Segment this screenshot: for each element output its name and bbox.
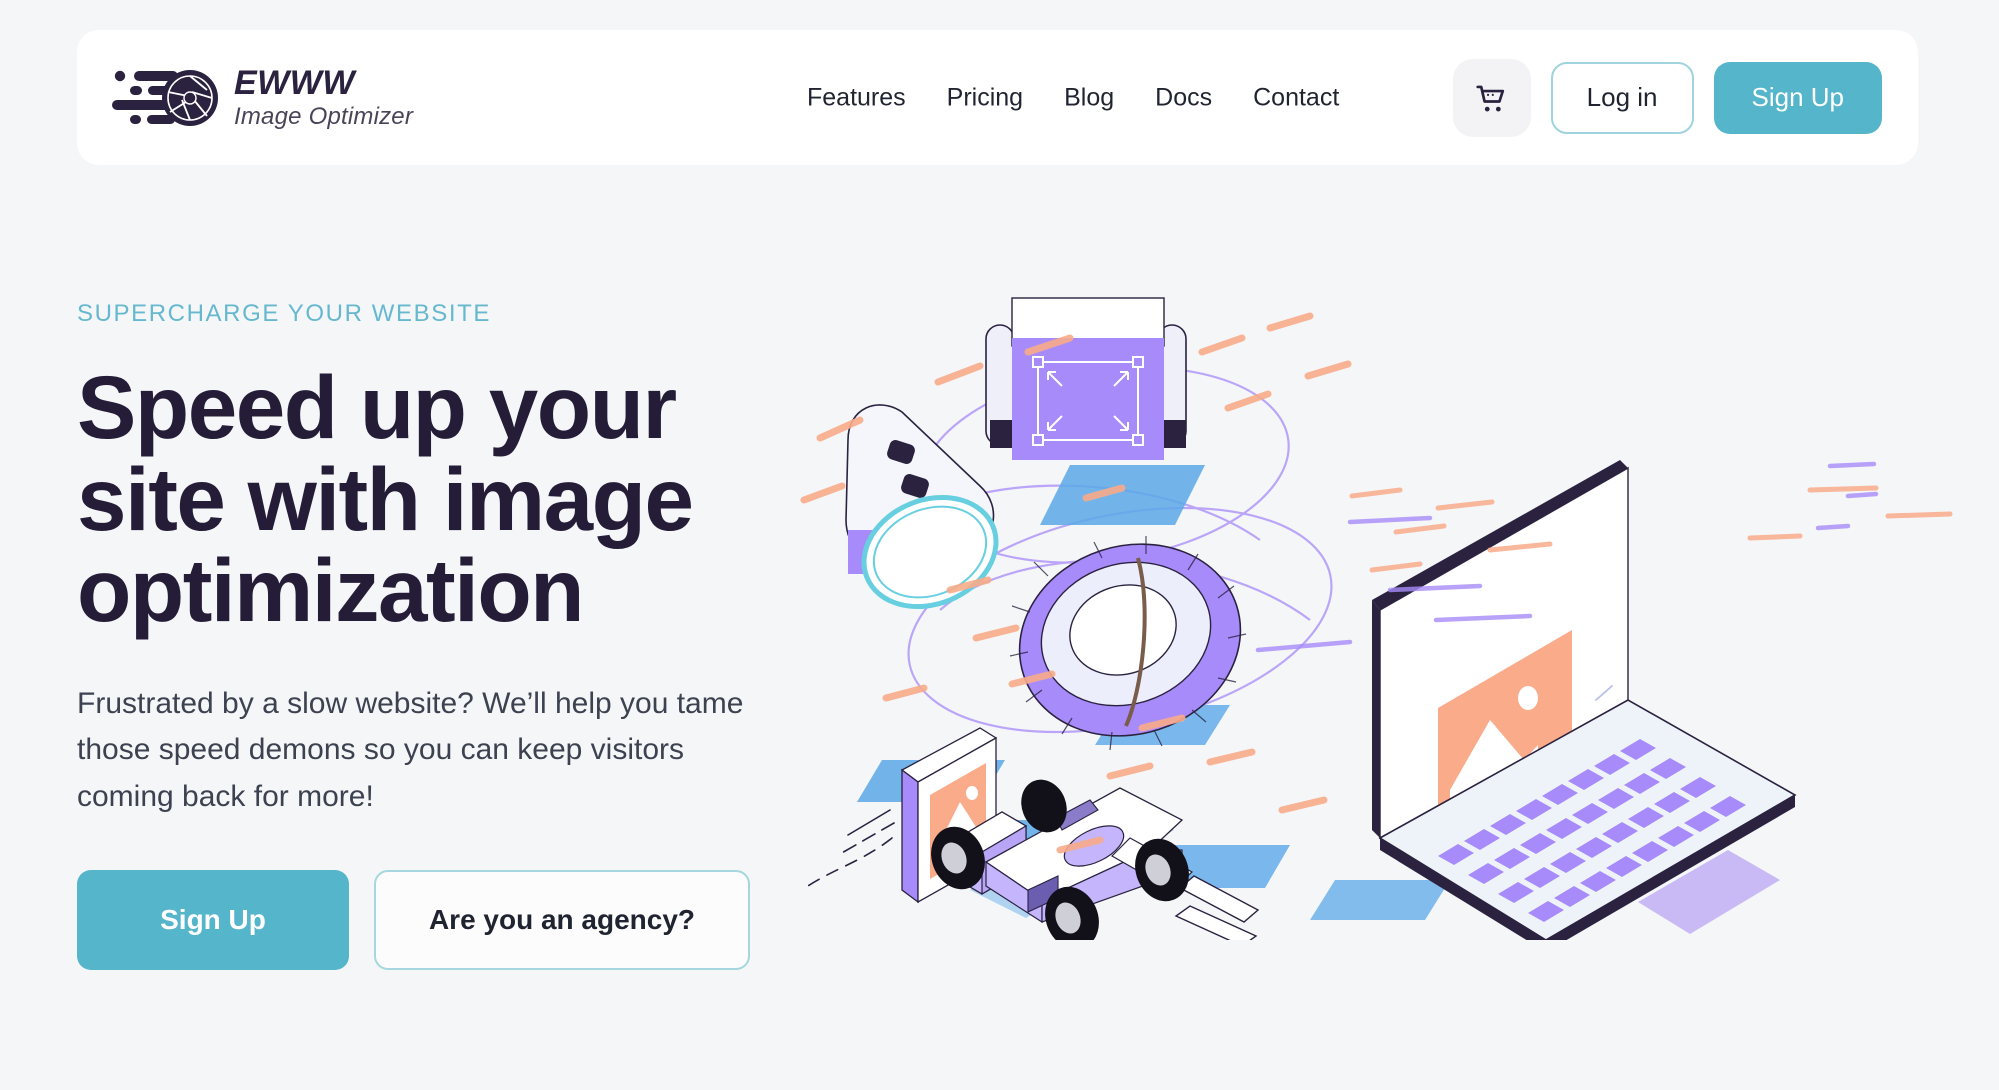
header-actions: Log in Sign Up [1452, 58, 1882, 137]
hero-title: Speed up your site with image optimizati… [77, 357, 694, 641]
hero-cta-group: Sign Up Are you an agency? [77, 870, 857, 971]
hero-content: SUPERCHARGE YOUR WEBSITE Speed up your s… [77, 300, 857, 971]
ewww-aperture-logo-icon [112, 69, 218, 126]
header-signup-button[interactable]: Sign Up [1713, 61, 1882, 134]
brand-logo[interactable]: EWWW Image Optimizer [112, 66, 413, 130]
hero-eyebrow: SUPERCHARGE YOUR WEBSITE [77, 300, 492, 327]
purple-roller-with-crop-icon [985, 297, 1187, 460]
brand-name: EWWW [234, 64, 355, 102]
brand-wordmark: EWWW Image Optimizer [234, 66, 413, 129]
nav-item-features[interactable]: Features [807, 83, 906, 112]
shopping-cart-icon [1476, 85, 1504, 111]
login-button[interactable]: Log in [1550, 61, 1694, 134]
page-root: EWWW Image Optimizer Features Pricing Bl… [0, 0, 1999, 1090]
hero-agency-button[interactable]: Are you an agency? [374, 870, 750, 971]
brand-tagline: Image Optimizer [234, 103, 414, 130]
nav-item-docs[interactable]: Docs [1155, 83, 1212, 112]
isometric-speed-illustration-svg [800, 297, 1953, 952]
primary-navigation: Features Pricing Blog Docs Contact [807, 83, 1339, 112]
hero-subtitle: Frustrated by a slow website? We’ll help… [77, 686, 744, 813]
hero-signup-button[interactable]: Sign Up [77, 870, 349, 971]
purple-tire-ring [1009, 536, 1247, 751]
motion-trail [801, 809, 895, 891]
cart-button[interactable] [1452, 58, 1531, 137]
nav-item-contact[interactable]: Contact [1253, 83, 1339, 112]
nav-item-blog[interactable]: Blog [1064, 83, 1114, 112]
nav-item-pricing[interactable]: Pricing [947, 83, 1023, 112]
laptop-with-image-placeholder [1372, 460, 1797, 952]
site-header: EWWW Image Optimizer Features Pricing Bl… [77, 30, 1918, 165]
hero-illustration [790, 290, 1980, 952]
